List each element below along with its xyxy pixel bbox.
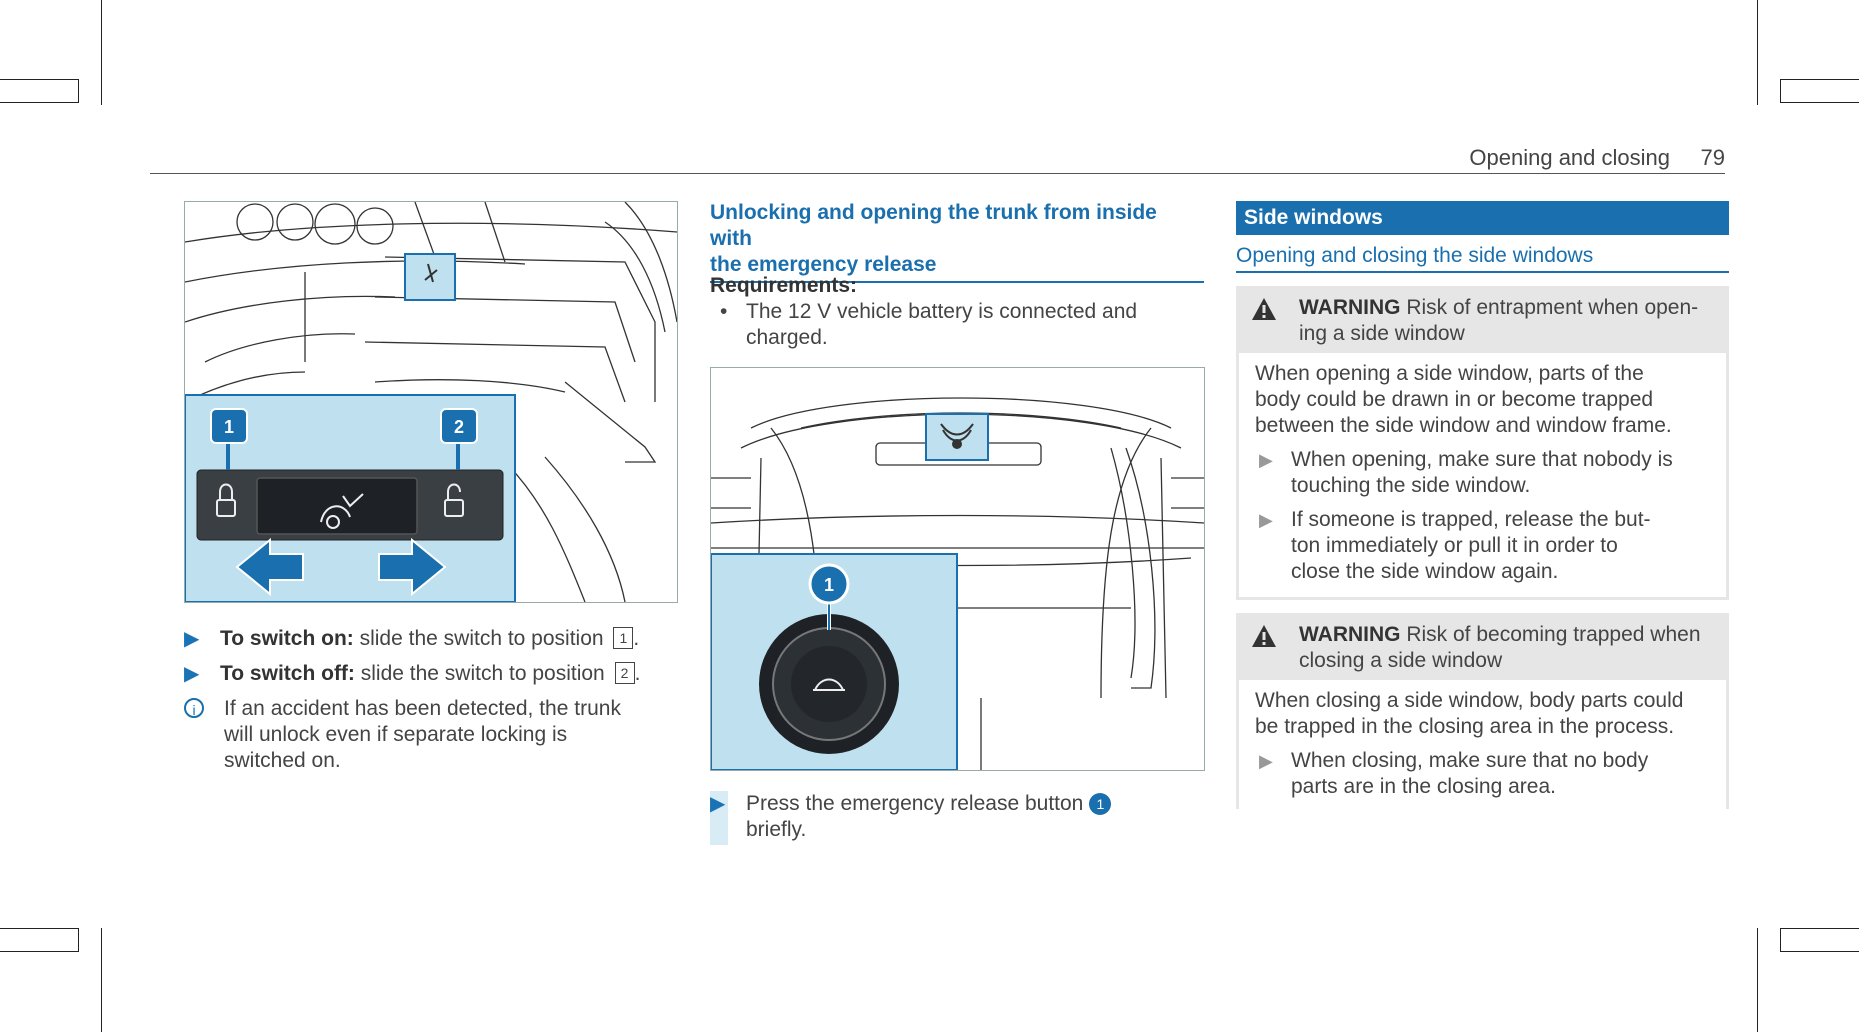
trunk-lock-switch-illustration: 1 2	[184, 201, 678, 603]
warning-step: ▶ When closing, make sure that no body p…	[1255, 748, 1714, 800]
crop-mark	[0, 79, 78, 80]
info-line: switched on.	[224, 749, 341, 772]
trunk-drawing: 1	[711, 397, 1204, 770]
step-arrow-icon: ▶	[184, 663, 200, 685]
step-line: briefly.	[746, 818, 807, 841]
requirements: Requirements: • The 12 V vehicle battery…	[710, 273, 1204, 351]
warning-box-closing: WARNING Risk of becoming trapped when clo…	[1236, 613, 1729, 809]
requirement-line: The 12 V vehicle battery is connected an…	[746, 300, 1138, 323]
warning-body-line: body could be drawn in or become trapped	[1255, 388, 1654, 411]
warning-body-line: between the side window and window frame…	[1255, 414, 1672, 437]
step-switch-off: ▶ To switch off: slide the switch to pos…	[184, 661, 676, 687]
section-heading-emergency-release: Unlocking and opening the trunk from ins…	[710, 200, 1204, 283]
warning-body: When opening a side window, parts of the…	[1239, 353, 1726, 593]
step-arrow-icon: ▶	[710, 793, 726, 815]
info-note: i If an accident has been detected, the …	[184, 696, 676, 774]
warning-step-line: When closing, make sure that no body	[1291, 749, 1649, 772]
warning-label: WARNING	[1299, 296, 1401, 319]
step-arrow-icon: ▶	[1259, 751, 1273, 771]
warning-step: ▶ When opening, make sure that nobody is…	[1255, 447, 1714, 499]
warning-label: WARNING	[1299, 623, 1401, 646]
heading-line: Unlocking and opening the trunk from ins…	[710, 201, 1157, 250]
step-arrow-icon: ▶	[1259, 450, 1273, 470]
crop-mark	[0, 951, 78, 952]
step-press-release: ▶ Press the emergency release button 1 br…	[710, 791, 1204, 845]
callout-label-2: 2	[454, 417, 464, 437]
step-label: To switch on:	[220, 627, 354, 650]
crop-mark	[0, 928, 78, 929]
position-ref: 1	[613, 627, 634, 649]
glovebox-drawing: 1 2	[185, 202, 677, 602]
warning-step-line: close the side window again.	[1291, 560, 1559, 583]
crop-mark	[1780, 928, 1781, 952]
button-ref: 1	[1089, 793, 1112, 815]
warning-triangle-icon	[1252, 298, 1276, 320]
warning-step-line: ton immediately or pull it in order to	[1291, 534, 1618, 557]
step-switch-on: ▶ To switch on: slide the switch to posi…	[184, 626, 676, 652]
running-header-section: Opening and closing	[1469, 145, 1670, 170]
crop-mark	[1780, 102, 1859, 103]
step-line: Press the emergency release button	[746, 792, 1084, 815]
warning-body: When closing a side window, body parts c…	[1239, 680, 1726, 808]
bullet-icon: •	[720, 300, 728, 323]
crop-mark	[101, 928, 102, 1032]
callout-label-1: 1	[824, 575, 834, 595]
step-label: To switch off:	[220, 662, 355, 685]
subsection-title: Opening and closing the side windows	[1236, 243, 1729, 273]
step-arrow-icon: ▶	[184, 628, 200, 650]
position-ref: 2	[614, 662, 635, 684]
callout-label-1: 1	[224, 417, 234, 437]
requirement-line: charged.	[746, 326, 828, 349]
header-rule	[150, 173, 1725, 174]
step-text: slide the switch to position	[353, 627, 610, 650]
crop-mark	[101, 0, 102, 105]
crop-mark	[1780, 79, 1781, 103]
step-arrow-icon: ▶	[1259, 510, 1273, 530]
warning-header: WARNING Risk of becoming trapped when clo…	[1239, 616, 1726, 680]
warning-body-line: When closing a side window, body parts c…	[1255, 689, 1684, 712]
crop-mark	[1757, 928, 1758, 1032]
warning-body-line: be trapped in the closing area in the pr…	[1255, 715, 1675, 738]
info-line: will unlock even if separate locking is	[224, 723, 568, 746]
crop-mark	[1780, 951, 1859, 952]
warning-step-line: When opening, make sure that nobody is	[1291, 448, 1673, 471]
warning-box-opening: WARNING Risk of entrapment when open-ing…	[1236, 286, 1729, 600]
warning-title-line: ing a side window	[1299, 322, 1465, 345]
crop-mark	[0, 102, 78, 103]
warning-step-line: touching the side window.	[1291, 474, 1531, 497]
crop-mark	[1757, 0, 1758, 105]
step-text: slide the switch to position	[354, 662, 611, 685]
crop-mark	[1780, 79, 1859, 80]
crop-mark	[78, 79, 79, 103]
page-number: 79	[1700, 145, 1725, 170]
warning-triangle-icon	[1252, 625, 1276, 647]
info-line: If an accident has been detected, the tr…	[224, 697, 621, 720]
section-title-side-windows: Side windows	[1236, 201, 1729, 235]
requirements-label: Requirements:	[710, 274, 858, 297]
warning-step-line: parts are in the closing area.	[1291, 775, 1556, 798]
warning-title-line: Risk of becoming trapped when	[1400, 623, 1701, 646]
warning-step: ▶ If someone is trapped, release the but…	[1255, 507, 1714, 585]
step-end: .	[634, 662, 641, 685]
info-icon: i	[184, 698, 204, 718]
warning-step-line: If someone is trapped, release the but-	[1291, 508, 1651, 531]
crop-mark	[78, 928, 79, 952]
crop-mark	[1780, 928, 1859, 929]
warning-header: WARNING Risk of entrapment when open-ing…	[1239, 289, 1726, 353]
trunk-emergency-release-illustration: 1	[710, 367, 1205, 771]
warning-body-line: When opening a side window, parts of the	[1255, 362, 1644, 385]
step-end: .	[633, 627, 640, 650]
warning-title-line: closing a side window	[1299, 649, 1503, 672]
warning-title-line: Risk of entrapment when open-	[1400, 296, 1699, 319]
